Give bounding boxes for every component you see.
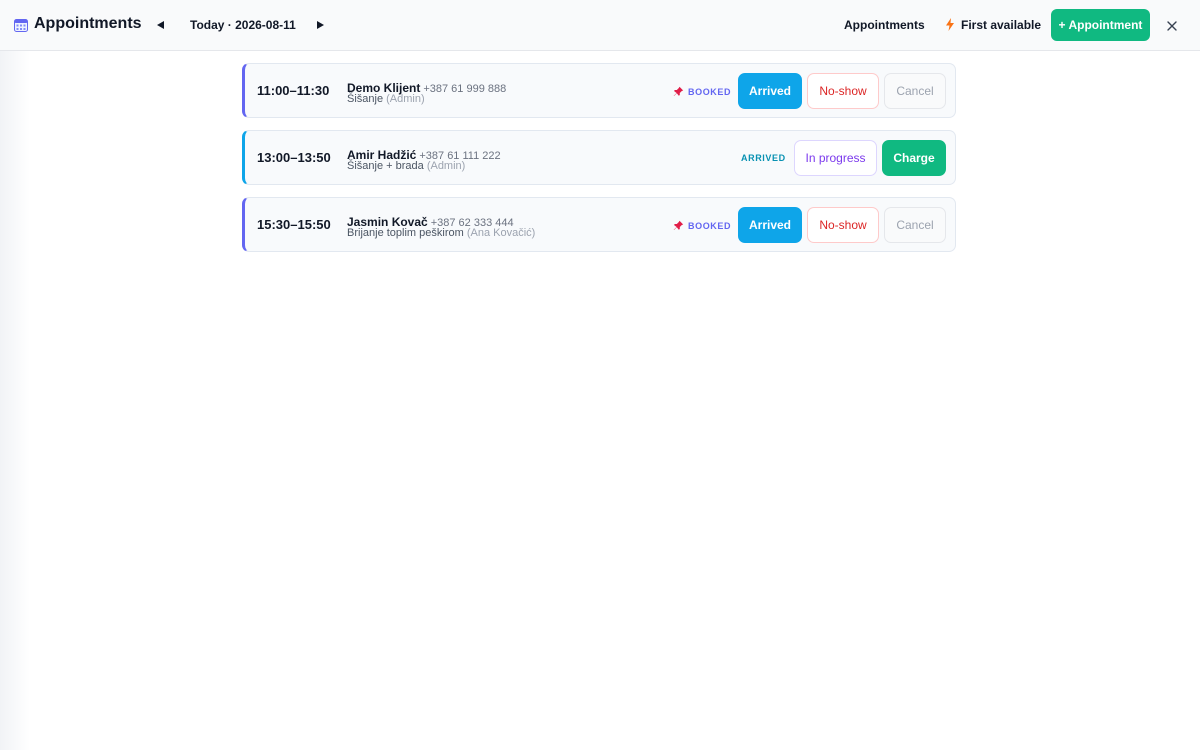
client-phone: +387 61 999 888 — [423, 83, 507, 95]
status-badge: BOOKED — [673, 220, 731, 231]
charge-button[interactable]: Charge — [882, 140, 946, 176]
first-available-label: First available — [961, 18, 1042, 32]
pin-icon — [673, 220, 684, 231]
pin-icon — [673, 86, 684, 97]
status-badge: BOOKED — [673, 86, 731, 97]
appointment-time: 13:00–13:50 — [257, 150, 331, 165]
page-title: Appointments — [34, 15, 142, 32]
appointment-card[interactable]: 13:00–13:50 Amir Hadžić +387 61 111 222 Š… — [242, 130, 956, 185]
service-name: Šišanje + brada — [347, 160, 424, 172]
service-line: Šišanje (Admin) — [347, 93, 425, 105]
arrived-button[interactable]: Arrived — [738, 207, 802, 243]
staff-name: (Admin) — [426, 160, 466, 172]
status-label: ARRIVED — [741, 153, 786, 163]
appointments-link[interactable]: Appointments — [844, 18, 925, 32]
cancel-button[interactable]: Cancel — [884, 73, 946, 109]
left-edge-shadow — [0, 51, 30, 750]
triangle-right-icon[interactable] — [312, 17, 328, 33]
appointment-card[interactable]: 15:30–15:50 Jasmin Kovač +387 62 333 444 … — [242, 197, 956, 252]
lightning-icon — [945, 18, 955, 31]
status-badge: ARRIVED — [741, 153, 786, 163]
service-line: Brijanje toplim peškirom (Ana Kovačić) — [347, 227, 535, 239]
in-progress-button[interactable]: In progress — [794, 140, 877, 176]
appointment-time: 15:30–15:50 — [257, 217, 331, 232]
add-appointment-button[interactable]: + Appointment — [1051, 9, 1150, 41]
appointment-time: 11:00–11:30 — [257, 83, 330, 98]
status-label: BOOKED — [688, 87, 732, 97]
cancel-button[interactable]: Cancel — [884, 207, 946, 243]
close-icon[interactable] — [1166, 19, 1178, 31]
staff-name: (Ana Kovačić) — [466, 227, 536, 239]
service-name: Brijanje toplim peškirom — [347, 227, 464, 239]
no-show-button[interactable]: No-show — [807, 207, 879, 243]
triangle-left-icon[interactable] — [153, 17, 169, 33]
service-line: Šišanje + brada (Admin) — [347, 160, 465, 172]
arrived-button[interactable]: Arrived — [738, 73, 802, 109]
status-label: BOOKED — [688, 221, 732, 231]
appointment-card[interactable]: 11:00–11:30 Demo Klijent +387 61 999 888 … — [242, 63, 956, 118]
calendar-icon — [14, 18, 28, 32]
date-label[interactable]: Today · 2026-08-11 — [190, 18, 296, 32]
staff-name: (Admin) — [386, 93, 425, 105]
no-show-button[interactable]: No-show — [807, 73, 879, 109]
service-name: Šišanje — [347, 93, 384, 105]
first-available-button[interactable]: First available — [945, 18, 1041, 32]
top-bar: Appointments Today · 2026-08-11 Appointm… — [0, 0, 1200, 51]
